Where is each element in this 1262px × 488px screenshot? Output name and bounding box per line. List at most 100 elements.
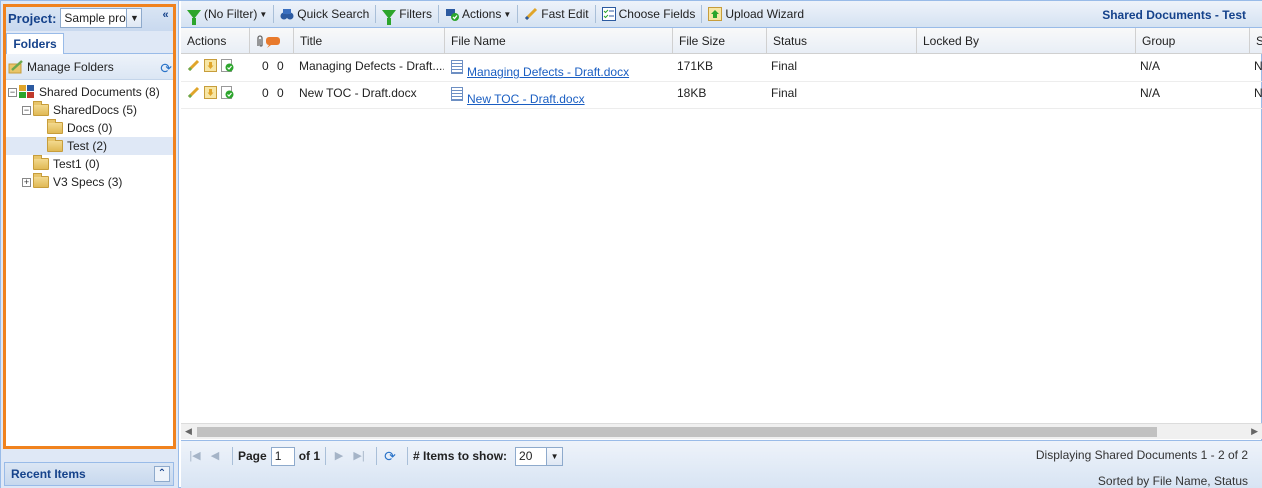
horizontal-scrollbar[interactable]: ◀ ▶ xyxy=(181,423,1262,439)
scroll-left-icon[interactable]: ◀ xyxy=(185,426,192,437)
comment-count: 0 xyxy=(277,59,284,73)
upload-wizard-label: Upload Wizard xyxy=(725,7,805,21)
project-bar: Project: Sample pro ▼ « xyxy=(4,5,174,31)
shared-documents-icon xyxy=(19,85,35,99)
check-in-icon[interactable] xyxy=(221,86,234,99)
scroll-right-icon[interactable]: ▶ xyxy=(1251,426,1258,437)
cell-title: Managing Defects - Draft.... xyxy=(299,59,444,73)
check-in-icon[interactable] xyxy=(221,59,234,72)
scrollbar-thumb[interactable] xyxy=(197,427,1157,437)
choose-fields-label: Choose Fields xyxy=(618,7,696,21)
tab-folders[interactable]: Folders xyxy=(6,33,64,55)
col-header-extra[interactable]: S xyxy=(1250,28,1262,54)
tree-node-label: SharedDocs (5) xyxy=(53,103,138,117)
row-actions xyxy=(181,55,250,82)
col-header-locked-by[interactable]: Locked By xyxy=(917,28,1136,54)
edit-pencil-icon[interactable] xyxy=(187,59,200,72)
collapse-panel-icon[interactable]: « xyxy=(158,8,173,23)
file-link[interactable]: New TOC - Draft.docx xyxy=(467,92,585,106)
folder-tree: − Shared Documents (8) − SharedDocs (5) Docs… xyxy=(4,80,174,191)
tree-node-label: Shared Documents (8) xyxy=(39,85,160,99)
items-to-show-value: 20 xyxy=(519,448,533,463)
table-row[interactable]: 0 0 Managing Defects - Draft.... Managing D… xyxy=(181,55,1262,82)
tree-node[interactable]: − SharedDocs (5) xyxy=(4,101,174,119)
documents-panel: (No Filter) ▼ Quick Search Filters Action… xyxy=(181,1,1262,488)
tree-node-label: Test1 (0) xyxy=(53,157,100,171)
edit-pencil-icon[interactable] xyxy=(187,86,200,99)
expand-up-icon[interactable]: ⌃ xyxy=(154,466,170,482)
tree-node[interactable]: Test1 (0) xyxy=(4,155,174,173)
col-header-group[interactable]: Group xyxy=(1136,28,1250,54)
page-input[interactable]: 1 xyxy=(270,446,295,466)
tree-node[interactable]: + V3 Specs (3) xyxy=(4,173,174,191)
folder-icon xyxy=(47,119,63,134)
col-header-title[interactable]: Title xyxy=(294,28,445,54)
folder-icon xyxy=(47,137,63,152)
col-header-file-size[interactable]: File Size xyxy=(673,28,767,54)
pager-separator xyxy=(407,447,409,465)
cell-file-size: 171KB xyxy=(677,59,714,73)
download-icon[interactable] xyxy=(204,59,217,72)
filter-dropdown[interactable]: (No Filter) ▼ xyxy=(187,7,268,25)
project-select[interactable]: Sample pro ▼ xyxy=(60,8,143,28)
col-header-file-name[interactable]: File Name xyxy=(445,28,673,54)
refresh-icon[interactable]: ⟳ xyxy=(160,60,172,77)
pencil-icon xyxy=(525,7,538,21)
comment-count: 0 xyxy=(277,86,284,100)
items-to-show-select[interactable]: 20 ▼ xyxy=(515,446,564,466)
app-window: Project: Sample pro ▼ « Folders Manage F… xyxy=(0,0,1262,488)
chevron-down-icon[interactable]: ▼ xyxy=(126,9,142,27)
first-page-icon[interactable]: |◀ xyxy=(187,448,203,464)
table-row[interactable]: 0 0 New TOC - Draft.docx New TOC - Draft.do… xyxy=(181,82,1262,109)
attachment-count: 0 xyxy=(262,86,269,100)
project-label: Project: xyxy=(8,10,57,26)
file-link[interactable]: Managing Defects - Draft.docx xyxy=(467,65,629,79)
caret-down-icon: ▼ xyxy=(503,9,512,19)
prev-page-icon[interactable]: ◀ xyxy=(207,448,223,464)
cell-group: N/A xyxy=(1140,59,1161,73)
fast-edit-button[interactable]: Fast Edit xyxy=(524,7,589,21)
tree-node-label: Test (2) xyxy=(67,139,108,153)
pager-separator xyxy=(376,447,378,465)
collapse-node-icon[interactable]: − xyxy=(22,105,31,115)
download-icon[interactable] xyxy=(204,86,217,99)
filters-button[interactable]: Filters xyxy=(382,7,432,25)
folder-icon xyxy=(33,155,49,170)
pencil-folder-icon xyxy=(8,59,23,73)
col-header-status[interactable]: Status xyxy=(767,28,917,54)
tree-node[interactable]: − Shared Documents (8) xyxy=(4,83,174,101)
quick-search-button[interactable]: Quick Search xyxy=(280,7,369,21)
toolbar-separator xyxy=(594,5,596,23)
upload-icon xyxy=(708,7,723,21)
tree-node[interactable]: Docs (0) xyxy=(4,119,174,137)
choose-fields-button[interactable]: Choose Fields xyxy=(601,7,696,21)
upload-wizard-button[interactable]: Upload Wizard xyxy=(708,7,804,21)
cell-file-name: New TOC - Draft.docx xyxy=(445,82,673,109)
recent-items-bar[interactable]: Recent Items ⌃ xyxy=(4,462,174,486)
recent-items-label: Recent Items xyxy=(11,467,86,481)
page-of-label: of 1 xyxy=(298,449,321,463)
items-to-show-label: # Items to show: xyxy=(413,449,508,463)
col-header-attachments[interactable] xyxy=(250,28,294,54)
tree-node[interactable]: Test (2) xyxy=(4,137,174,155)
collapse-node-icon[interactable]: − xyxy=(8,87,17,97)
sorted-by: Sorted by File Name, Status xyxy=(1097,474,1248,488)
refresh-icon[interactable]: ⟳ xyxy=(382,448,398,464)
expand-node-icon[interactable]: + xyxy=(22,177,31,187)
filter-label: (No Filter) xyxy=(204,7,258,21)
cell-group: N/A xyxy=(1140,86,1161,100)
panel-title: Shared Documents - Test xyxy=(1102,8,1246,22)
checklist-icon xyxy=(601,7,616,21)
manage-folders-bar[interactable]: Manage Folders ⟳ xyxy=(4,54,174,80)
col-header-actions[interactable]: Actions xyxy=(181,28,250,54)
chevron-down-icon[interactable]: ▼ xyxy=(546,447,563,465)
paperclip-comment-icon xyxy=(257,35,280,48)
document-icon xyxy=(451,87,463,101)
cell-file-name: Managing Defects - Draft.docx xyxy=(445,55,673,82)
actions-dropdown[interactable]: Actions ▼ xyxy=(445,7,511,21)
funnel-icon xyxy=(382,7,397,25)
last-page-icon[interactable]: ▶| xyxy=(351,448,367,464)
cell-title: New TOC - Draft.docx xyxy=(299,86,417,100)
next-page-icon[interactable]: ▶ xyxy=(331,448,347,464)
caret-down-icon: ▼ xyxy=(259,9,268,19)
